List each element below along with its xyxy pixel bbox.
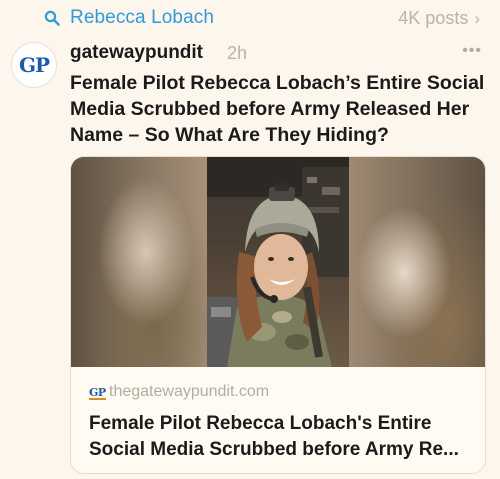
- search-icon[interactable]: [44, 10, 60, 26]
- search-query[interactable]: Rebecca Lobach: [70, 7, 214, 29]
- results-count-link[interactable]: 4K posts ›: [398, 8, 480, 29]
- post-headline[interactable]: Female Pilot Rebecca Lobach’s Entire Soc…: [70, 70, 485, 148]
- chevron-right-icon: ›: [474, 8, 480, 28]
- link-preview-card[interactable]: GP thegatewaypundit.com Female Pilot Reb…: [70, 156, 486, 474]
- more-options-icon[interactable]: •••: [462, 42, 482, 60]
- link-preview-meta: GP thegatewaypundit.com Female Pilot Reb…: [71, 367, 485, 473]
- link-preview-image: [71, 157, 485, 367]
- post-time: 2h: [227, 43, 248, 63]
- pilot-photo-illustration: [207, 157, 349, 367]
- link-domain: thegatewaypundit.com: [109, 383, 270, 400]
- avatar-initials: GP: [18, 53, 50, 77]
- results-count: 4K posts: [398, 8, 469, 28]
- site-logo: GP: [89, 386, 106, 400]
- pilot-photo: [207, 157, 349, 367]
- blurred-background-left: [71, 157, 207, 367]
- link-title: Female Pilot Rebecca Lobach's Entire Soc…: [89, 413, 459, 460]
- avatar[interactable]: GP: [11, 42, 57, 88]
- blurred-background-right: [349, 157, 485, 367]
- search-header: Rebecca Lobach 4K posts ›: [0, 0, 500, 40]
- source-name[interactable]: gatewaypundit: [70, 42, 203, 64]
